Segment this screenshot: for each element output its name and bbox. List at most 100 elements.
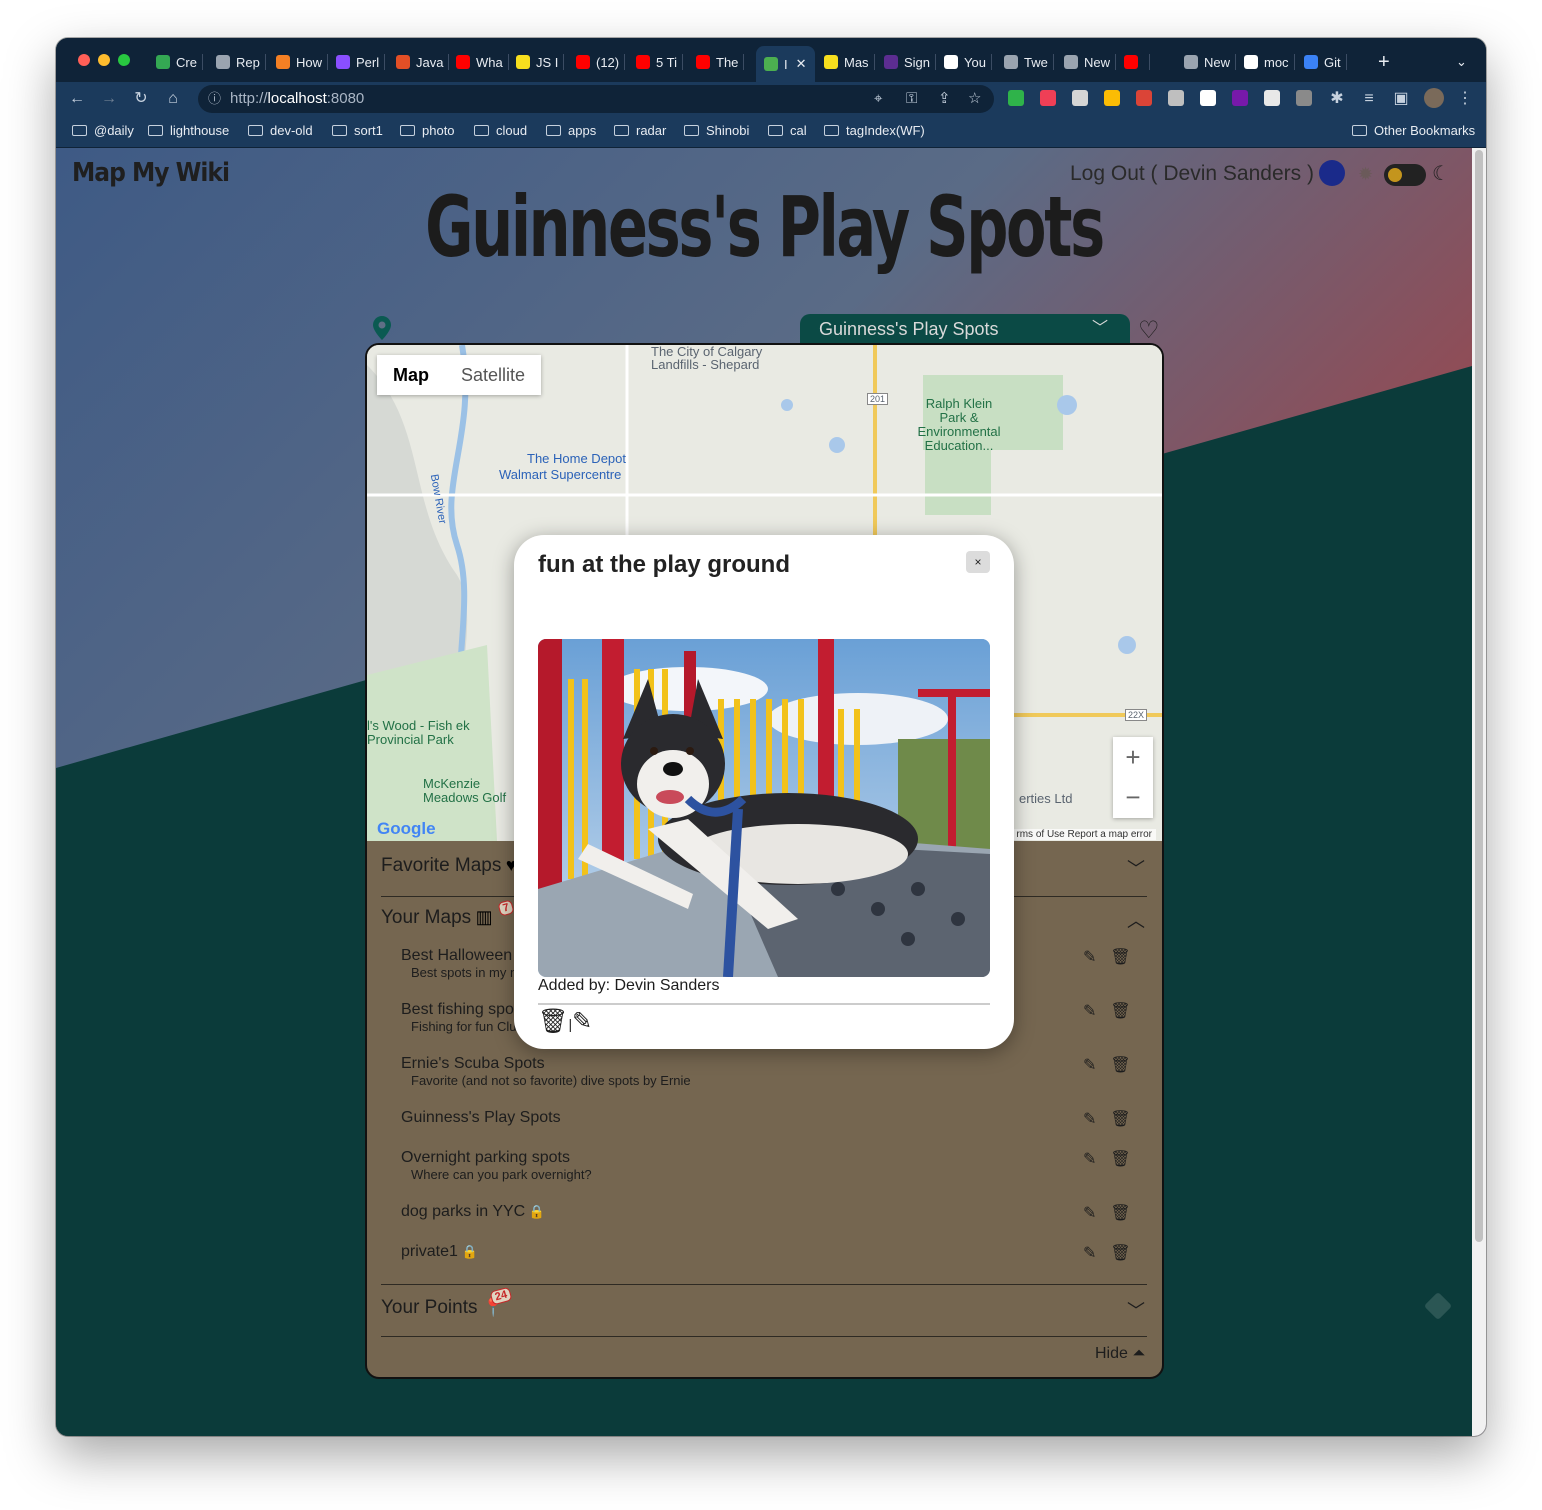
pocket-extension-icon[interactable]	[1040, 90, 1056, 106]
browser-tab[interactable]: You	[944, 52, 992, 72]
side-panel-icon[interactable]: ▣	[1390, 88, 1412, 110]
trash-icon[interactable]: 🗑	[1110, 1151, 1130, 1168]
close-tab-icon[interactable]: ✕	[796, 56, 807, 72]
edit-icon[interactable]: ✎	[1083, 1003, 1096, 1020]
map-list-item[interactable]: Ernie's Scuba Spots Favorite (and not so …	[401, 1055, 1131, 1088]
profile-avatar[interactable]	[1424, 88, 1444, 108]
share-icon[interactable]: ⇪	[938, 85, 951, 113]
chevron-down-icon[interactable]: ﹀	[1127, 1297, 1145, 1323]
browser-tab[interactable]: New	[1184, 52, 1237, 72]
edit-icon[interactable]: ✎	[1083, 1245, 1096, 1262]
bookmark-item[interactable]: radar	[614, 123, 666, 138]
browser-tab[interactable]: 5 Ti	[636, 52, 683, 72]
reading-list-icon[interactable]: ≡	[1358, 88, 1380, 110]
drive-extension-icon[interactable]	[1104, 90, 1120, 106]
todoist-extension-icon[interactable]	[1136, 90, 1152, 106]
scrollbar-thumb[interactable]	[1475, 150, 1483, 1242]
chevron-down-icon[interactable]: ﹀	[1127, 855, 1145, 881]
bookmark-item[interactable]: sort1	[332, 123, 383, 138]
address-bar[interactable]: ⓘ http://localhost:8080 ⌖ ⚿ ⇪ ☆	[198, 85, 994, 113]
trash-icon[interactable]: 🗑	[1110, 1245, 1130, 1262]
map-type-satellite-button[interactable]: Satellite	[445, 355, 541, 395]
browser-tab[interactable]: The	[696, 52, 745, 72]
trash-icon[interactable]: 🗑	[1110, 1003, 1130, 1020]
chevron-up-icon[interactable]: ︿	[1127, 907, 1145, 933]
favorite-heart-icon[interactable]: ♡	[1138, 316, 1160, 345]
browser-tab[interactable]	[1124, 52, 1150, 72]
browser-tab[interactable]: Perl	[336, 52, 386, 72]
map-pin-icon[interactable]	[373, 316, 391, 340]
map-select[interactable]: Guinness's Play Spots ﹀	[800, 314, 1130, 344]
browser-tab[interactable]: How	[276, 52, 329, 72]
forward-icon[interactable]: →	[98, 88, 120, 110]
onenote-extension-icon[interactable]	[1232, 90, 1248, 106]
zoom-in-button[interactable]: +	[1113, 737, 1153, 777]
theme-toggle[interactable]	[1384, 164, 1426, 186]
bookmark-item[interactable]: dev-old	[248, 123, 313, 138]
page-scrollbar[interactable]	[1472, 148, 1486, 1436]
brand-logo[interactable]: Map My Wiki	[72, 158, 230, 188]
back-icon[interactable]: ←	[66, 88, 88, 110]
bookmark-item[interactable]: apps	[546, 123, 596, 138]
browser-tab[interactable]: Rep	[216, 52, 266, 72]
location-icon[interactable]: ⌖	[874, 85, 882, 113]
edit-icon[interactable]: ✎	[1083, 1151, 1096, 1168]
browser-tab[interactable]: Java	[396, 52, 450, 72]
browser-tab[interactable]: moc	[1244, 52, 1295, 72]
extension-icon[interactable]	[1168, 90, 1184, 106]
home-icon[interactable]: ⌂	[162, 88, 184, 110]
map-list-item[interactable]: Guinness's Play Spots ✎ 🗑	[401, 1109, 1131, 1128]
close-window-button[interactable]	[78, 54, 90, 66]
your-maps-title[interactable]: Your Maps	[381, 907, 471, 928]
edit-icon[interactable]: ✎	[1083, 1057, 1096, 1074]
menu-icon[interactable]: ⋮	[1454, 88, 1476, 110]
bookmark-item[interactable]: tagIndex(WF)	[824, 123, 925, 138]
browser-tab[interactable]: Mas	[824, 52, 875, 72]
browser-tab[interactable]: JS I	[516, 52, 565, 72]
trash-icon[interactable]: 🗑	[1110, 1205, 1130, 1222]
map-list-item[interactable]: dog parks in YYC 🔒 ✎ 🗑	[401, 1203, 1131, 1222]
browser-tab[interactable]: New	[1064, 52, 1117, 72]
map-list-item[interactable]: Overnight parking spots Where can you par…	[401, 1149, 1131, 1182]
extension-icon[interactable]	[1072, 90, 1088, 106]
minimize-window-button[interactable]	[98, 54, 110, 66]
key-icon[interactable]: ⚿	[906, 85, 917, 113]
cloud-extension-icon[interactable]	[1264, 90, 1280, 106]
trash-icon[interactable]: 🗑	[1110, 949, 1130, 966]
bookmark-item[interactable]: @daily	[72, 123, 134, 138]
reload-icon[interactable]: ↻	[130, 88, 152, 110]
browser-tab[interactable]: (12)	[576, 52, 626, 72]
notion-extension-icon[interactable]	[1200, 90, 1216, 106]
browser-tab[interactable]: Sign	[884, 52, 937, 72]
tab-search-icon[interactable]: ⌄	[1456, 52, 1467, 72]
maximize-window-button[interactable]	[118, 54, 130, 66]
other-bookmarks[interactable]: Other Bookmarks	[1352, 123, 1475, 138]
bookmark-item[interactable]: lighthouse	[148, 123, 229, 138]
trash-icon[interactable]: 🗑	[1110, 1111, 1130, 1128]
map-footer-links[interactable]: rms of Use Report a map error	[1012, 829, 1156, 840]
close-button[interactable]: ×	[966, 551, 990, 573]
browser-tab[interactable]: Cre	[156, 52, 203, 72]
hide-panel-button[interactable]: Hide ⏶	[1095, 1345, 1145, 1363]
trash-icon[interactable]: 🗑	[1110, 1057, 1130, 1074]
map-type-map-button[interactable]: Map	[377, 355, 445, 395]
browser-tab[interactable]: Git	[1304, 52, 1347, 72]
browser-tab[interactable]: Twe	[1004, 52, 1054, 72]
browser-tab[interactable]: I ✕	[756, 46, 815, 82]
new-tab-icon[interactable]: +	[1378, 51, 1390, 73]
edit-icon[interactable]: ✎	[1083, 1205, 1096, 1222]
github-icon[interactable]	[1319, 160, 1345, 186]
trash-icon[interactable]: 🗑	[538, 1008, 568, 1035]
evernote-extension-icon[interactable]	[1008, 90, 1024, 106]
zoom-out-button[interactable]: −	[1113, 777, 1153, 817]
edit-icon[interactable]: ✎	[1083, 949, 1096, 966]
browser-tab[interactable]: Wha	[456, 52, 509, 72]
bookmark-item[interactable]: cal	[768, 123, 807, 138]
coffee-extension-icon[interactable]	[1296, 90, 1312, 106]
map-list-item[interactable]: private1 🔒 ✎ 🗑	[401, 1243, 1131, 1262]
bookmark-star-icon[interactable]: ☆	[968, 85, 981, 113]
your-points-section[interactable]: Your Points 📍 24 ﹀	[381, 1286, 1147, 1337]
edit-icon[interactable]: ✎	[572, 1008, 592, 1035]
edit-icon[interactable]: ✎	[1083, 1111, 1096, 1128]
puzzle-extensions-icon[interactable]: ✱	[1326, 88, 1348, 110]
